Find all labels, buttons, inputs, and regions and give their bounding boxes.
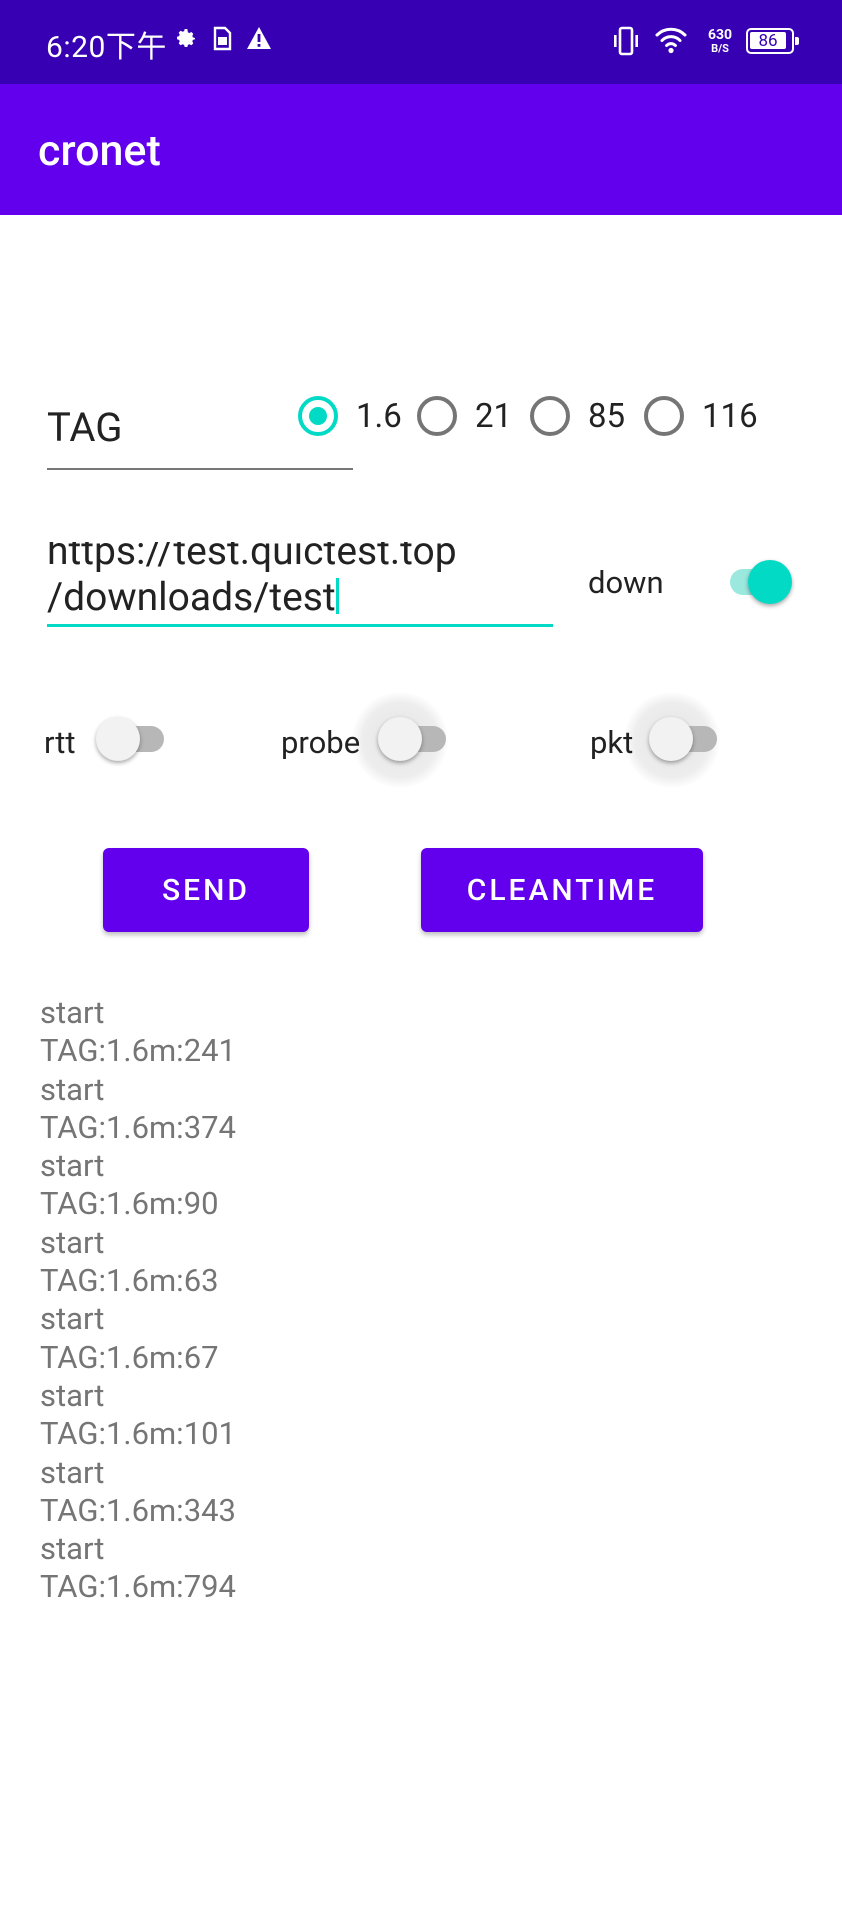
log-line: TAG:1.6m:374 xyxy=(40,1108,236,1146)
vibrate-icon xyxy=(614,26,638,56)
log-output: start TAG:1.6m:241 start TAG:1.6m:374 start T… xyxy=(40,994,236,1607)
log-line: TAG:1.6m:67 xyxy=(40,1338,219,1376)
battery-level: 86 xyxy=(758,31,778,51)
log-line: TAG:1.6m:794 xyxy=(40,1568,236,1606)
battery-icon: 86 xyxy=(746,28,799,54)
log-line: start xyxy=(40,1070,105,1108)
warning-icon xyxy=(247,27,271,49)
url-input[interactable]: https://test.quictest.top /downloads/tes… xyxy=(47,542,553,627)
radio-version-1-6[interactable]: 1.6 xyxy=(298,396,402,436)
radio-unchecked-icon xyxy=(417,396,457,436)
log-line: start xyxy=(40,1530,105,1568)
status-time: 6:20下午 xyxy=(46,30,167,65)
url-line-1: https://test.quictest.top xyxy=(47,542,457,574)
log-line: start xyxy=(40,1223,105,1261)
log-line: start xyxy=(40,994,105,1031)
url-line-2: /downloads/test xyxy=(47,574,336,620)
probe-toggle[interactable] xyxy=(378,712,462,766)
network-speed-value: 630 xyxy=(707,27,733,43)
radio-label: 85 xyxy=(588,396,626,436)
log-line: TAG:1.6m:90 xyxy=(40,1185,219,1223)
probe-label: probe xyxy=(281,724,361,761)
network-speed-unit: B/S xyxy=(711,42,729,55)
log-line: start xyxy=(40,1147,105,1185)
sim-card-icon xyxy=(213,26,232,51)
send-button[interactable]: SEND xyxy=(103,848,309,932)
radio-version-116[interactable]: 116 xyxy=(644,396,758,436)
wifi-icon xyxy=(655,27,687,54)
log-line: TAG:1.6m:343 xyxy=(40,1491,236,1529)
radio-label: 1.6 xyxy=(356,396,402,436)
log-line: start xyxy=(40,1376,105,1414)
text-cursor xyxy=(335,578,339,614)
app-bar: cronet xyxy=(0,84,842,215)
down-toggle[interactable] xyxy=(720,555,804,609)
log-line: start xyxy=(40,1300,105,1338)
down-label: down xyxy=(588,564,664,601)
cleantime-button[interactable]: CLEANTIME xyxy=(421,848,703,932)
log-line: start xyxy=(40,1453,105,1491)
log-line: TAG:1.6m:101 xyxy=(40,1415,236,1453)
radio-unchecked-icon xyxy=(530,396,570,436)
log-line: TAG:1.6m:241 xyxy=(40,1032,236,1070)
settings-icon xyxy=(177,29,195,47)
network-speed: 630 B/S xyxy=(700,28,740,56)
pkt-toggle[interactable] xyxy=(649,712,733,766)
radio-unchecked-icon xyxy=(644,396,684,436)
tag-input-value: TAG xyxy=(47,404,123,451)
status-bar: 6:20下午 630 B/S 86 xyxy=(0,0,842,84)
radio-version-21[interactable]: 21 xyxy=(417,396,512,436)
radio-checked-icon xyxy=(298,396,338,436)
radio-label: 116 xyxy=(702,396,758,436)
app-title: cronet xyxy=(38,126,161,176)
radio-version-85[interactable]: 85 xyxy=(530,396,625,436)
rtt-toggle[interactable] xyxy=(96,712,180,766)
radio-label: 21 xyxy=(475,396,513,436)
rtt-label: rtt xyxy=(44,724,76,761)
log-line: TAG:1.6m:63 xyxy=(40,1262,219,1300)
